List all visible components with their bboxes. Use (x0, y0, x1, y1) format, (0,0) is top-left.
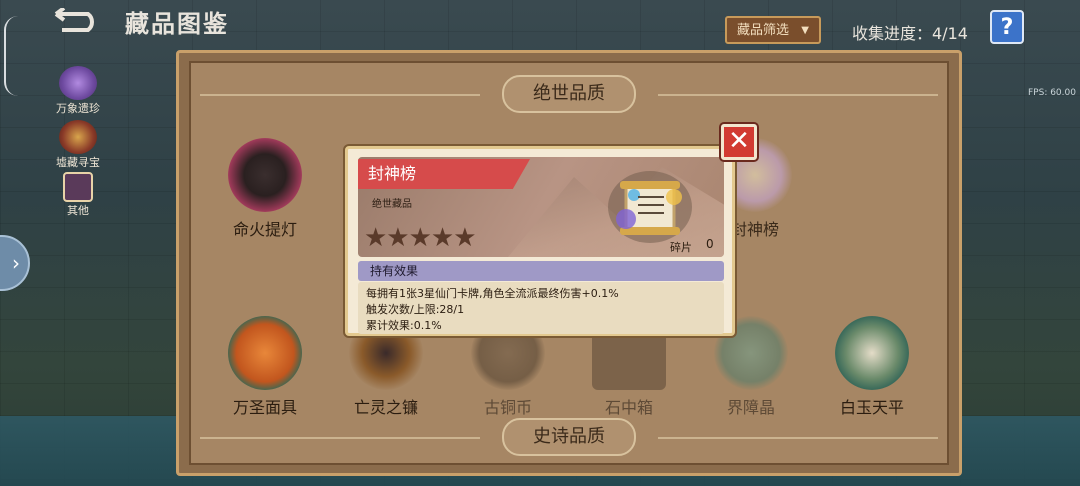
back-button[interactable] (52, 6, 102, 36)
close-button[interactable]: ✕ (721, 124, 757, 160)
box-icon (63, 172, 93, 202)
section-header-legendary: 绝世品质 (502, 75, 636, 113)
item-name: 古铜币 (483, 398, 532, 417)
item-card[interactable]: 白玉天平 (817, 316, 927, 418)
item-detail-popup: 封神榜 绝世藏品 ★★★★★ 碎片 0 持有效果 每拥有1张3星仙门卡牌,角色全… (345, 146, 735, 336)
filter-label: 藏品筛选 (737, 23, 790, 38)
item-detail-header: 封神榜 绝世藏品 ★★★★★ 碎片 0 (358, 157, 724, 257)
effect-section-header: 持有效果 (358, 261, 724, 281)
star-rating: ★★★★★ (364, 223, 477, 253)
scale-icon (835, 316, 909, 390)
section-header-epic: 史诗品质 (502, 418, 636, 456)
item-name: 白玉天平 (839, 398, 904, 417)
effect-line: 触发次数/上限:28/1 (366, 303, 465, 316)
gem-icon (59, 66, 97, 100)
item-card[interactable]: 万圣面具 (210, 316, 320, 418)
collection-progress: 收集进度：4/14 (852, 24, 968, 43)
item-name: 命火提灯 (232, 220, 297, 239)
filter-dropdown[interactable]: 藏品筛选 ▼ (725, 16, 821, 44)
sidebar-tab-label: 墟藏寻宝 (56, 156, 100, 169)
shard-count: 0 (706, 237, 714, 251)
effect-line: 累计效果:0.1% (366, 319, 442, 332)
effect-description: 每拥有1张3星仙门卡牌,角色全流派最终伤害+0.1% 触发次数/上限:28/1 … (358, 282, 724, 334)
sidebar-tab-xuncang[interactable]: 墟藏寻宝 (46, 120, 110, 170)
item-card[interactable]: 命火提灯 (210, 138, 320, 240)
help-button[interactable]: ? (990, 10, 1024, 44)
sidebar-tab-other[interactable]: 其他 (42, 166, 110, 218)
sidebar-tab-label: 万象遗珍 (56, 102, 100, 115)
pumpkin-mask-icon (228, 316, 302, 390)
item-name: 石中箱 (604, 398, 653, 417)
item-name: 亡灵之镰 (353, 398, 418, 417)
item-rarity: 绝世藏品 (372, 199, 412, 210)
screen-edge-bracket (4, 16, 20, 96)
item-name: 万圣面具 (232, 398, 297, 417)
divider (658, 94, 938, 96)
treasure-icon (59, 120, 97, 154)
divider (658, 437, 938, 439)
fps-counter: FPS: 60.00 (1028, 88, 1076, 98)
caret-down-icon: ▼ (801, 25, 809, 36)
effect-line: 每拥有1张3星仙门卡牌,角色全流派最终伤害+0.1% (366, 287, 619, 300)
back-arrow-icon (54, 6, 94, 32)
item-name: 界障晶 (726, 398, 775, 417)
sidebar-tab-label: 其他 (67, 204, 89, 217)
item-name-ribbon: 封神榜 (358, 159, 530, 189)
shard-label: 碎片 (670, 241, 692, 254)
scroll-icon (608, 171, 692, 243)
sidebar-tab-wanxiang[interactable]: 万象遗珍 (46, 66, 110, 116)
divider (200, 437, 480, 439)
divider (200, 94, 480, 96)
chevron-right-icon: › (12, 251, 20, 275)
lantern-icon (228, 138, 302, 212)
close-icon: ✕ (728, 126, 750, 156)
page-title: 藏品图鉴 (125, 10, 229, 38)
